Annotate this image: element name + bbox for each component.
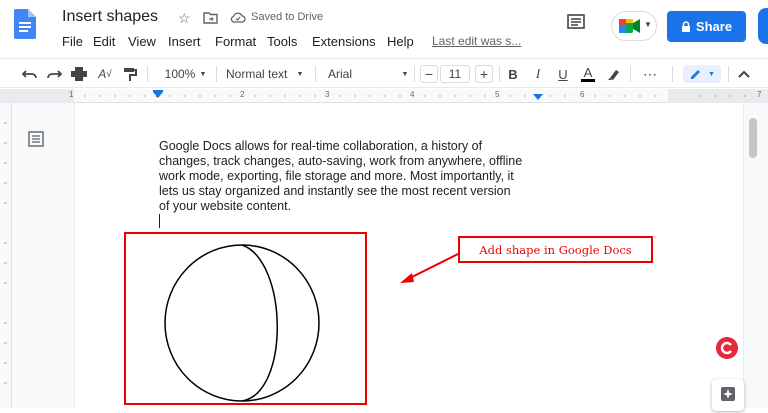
menu-extensions[interactable]: Extensions [312,34,376,49]
toolbar: A √ 100% ▼ Normal text ▼ Arial ▼ − 11 + B… [0,58,768,88]
italic-button[interactable]: I [530,65,546,83]
account-avatar[interactable] [758,8,768,44]
star-icon[interactable]: ☆ [178,10,191,27]
paint-format-icon[interactable] [121,65,139,83]
save-status: Saved to Drive [251,11,324,23]
cloud-saved-icon [230,12,246,23]
text-color-swatch [581,78,595,82]
underline-button[interactable]: U [555,65,571,83]
share-button[interactable]: Share [667,11,746,42]
menu-file[interactable]: File [62,34,83,49]
chevron-down-icon: ▼ [644,20,652,29]
zoom-select[interactable]: 100% [160,65,200,83]
text-line: lets us stay organized and instantly see… [159,184,511,198]
comment-history-icon[interactable] [566,14,586,32]
ruler-ticks [0,89,768,103]
ruler-number: 7 [757,90,762,99]
text-color-button[interactable]: A [580,65,596,83]
menu-view[interactable]: View [128,34,156,49]
text-line: changes, track changes, auto-saving, wor… [159,154,523,168]
ruler-number: 5 [495,90,500,99]
zoom-value: 100% [164,67,196,81]
pencil-icon [691,70,701,79]
explore-button[interactable] [712,379,744,411]
menu-insert[interactable]: Insert [168,34,201,49]
increase-font-size-button[interactable]: + [475,65,493,83]
redo-icon[interactable] [45,65,63,83]
vertical-scrollbar[interactable] [749,118,757,158]
lock-icon [681,20,690,32]
last-edit-link[interactable]: Last edit was s... [432,34,521,48]
ruler-number: 1 [155,90,160,99]
document-body-text[interactable]: Google Docs allows for real-time collabo… [159,139,539,214]
horizontal-ruler[interactable]: 1 1 2 3 4 5 6 7 [0,89,768,103]
ruler-number: 2 [240,90,245,99]
spelling-check-icon[interactable]: A √ [96,65,114,83]
ruler-number: 4 [410,90,415,99]
explore-sparkle-icon [721,387,735,401]
bold-button[interactable]: B [505,65,521,83]
font-value: Arial [328,67,353,81]
chevron-down-icon[interactable]: ▼ [295,65,305,83]
move-to-folder-icon[interactable] [203,11,218,24]
text-line: of your website content. [159,199,292,213]
menu-help[interactable]: Help [387,34,414,49]
text-cursor [159,214,160,228]
menu-tools[interactable]: Tools [267,34,297,49]
document-outline-icon[interactable] [28,131,44,147]
chevron-down-icon[interactable]: ▼ [400,65,410,83]
menu-format[interactable]: Format [215,34,256,49]
editing-mode-button[interactable]: ▼ [683,65,721,83]
google-docs-logo-icon[interactable] [14,9,36,39]
ruler-number: 1 [69,90,74,99]
vertical-ruler[interactable] [0,103,12,408]
annotation-arrow [400,252,461,283]
callout-text: Add shape in Google Docs [479,242,632,257]
ruler-number: 3 [325,90,330,99]
print-icon[interactable] [70,65,88,83]
share-label: Share [695,19,733,34]
highlight-pen-icon[interactable] [605,65,623,83]
decrease-font-size-button[interactable]: − [420,65,438,83]
vertical-ruler-ticks [4,122,7,384]
font-select[interactable]: Arial [328,65,398,83]
chevron-down-icon[interactable]: ▼ [198,65,208,83]
annotation-callout: Add shape in Google Docs [458,236,653,263]
document-title[interactable]: Insert shapes [62,8,158,26]
text-color-letter: A [583,64,593,80]
font-size-input[interactable]: 11 [440,65,470,83]
meet-icon [619,19,640,33]
more-options-button[interactable]: ⋯ [640,65,660,83]
chevron-down-icon: ▼ [708,70,715,78]
font-size-value: 11 [448,67,462,81]
text-line: work mode, exporting, file storage and m… [159,169,514,183]
style-select[interactable]: Normal text [226,65,288,83]
grammarly-icon[interactable] [716,337,738,359]
collapse-menus-icon[interactable] [735,65,753,83]
undo-icon[interactable] [20,65,38,83]
meet-button[interactable]: ▼ [611,11,657,41]
menu-edit[interactable]: Edit [93,34,115,49]
style-value: Normal text [226,67,288,81]
ruler-number: 6 [580,90,585,99]
text-line: Google Docs allows for real-time collabo… [159,139,483,153]
sphere-shape-drawing[interactable] [160,243,324,405]
